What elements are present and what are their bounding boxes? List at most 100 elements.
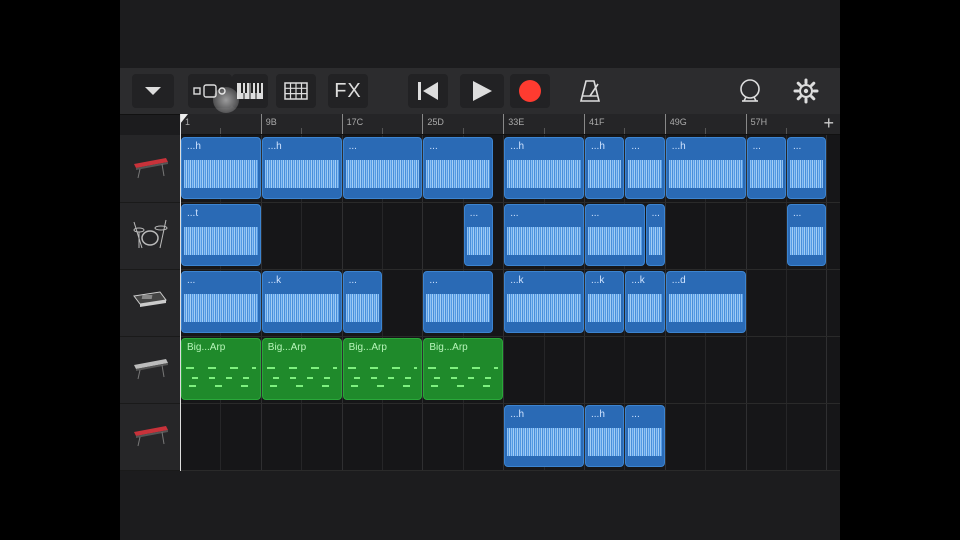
region-name: ...h	[510, 141, 525, 152]
audio-region[interactable]: ...h	[585, 405, 625, 467]
audio-region[interactable]: ...	[787, 137, 827, 199]
region-name: Big...Arp	[429, 342, 468, 353]
ruler-bar-marker: 57H	[745, 114, 767, 134]
region-name: ...h	[510, 409, 525, 420]
region-name: ...	[348, 275, 357, 286]
region-name: ...	[752, 141, 761, 152]
audio-region[interactable]: ...	[423, 271, 494, 333]
audio-region[interactable]: ...t	[181, 204, 261, 266]
track-header-4[interactable]	[120, 336, 180, 404]
midi-region[interactable]: Big...Arp	[261, 338, 342, 400]
waveform	[588, 294, 622, 322]
ruler-bar-label: 25D	[427, 117, 444, 127]
ruler-bar-label: 33E	[508, 117, 525, 127]
region-name: ...k	[631, 275, 645, 286]
region-name: ...k	[267, 275, 282, 286]
region-name: ...k	[591, 275, 605, 286]
waveform	[668, 160, 743, 188]
midi-region[interactable]: Big...Arp	[342, 338, 423, 400]
audio-region[interactable]: ...h	[504, 405, 584, 467]
audio-region[interactable]: ...	[342, 271, 382, 333]
region-name: ...	[429, 141, 438, 152]
track-header-5[interactable]	[120, 403, 180, 471]
region-name: ...	[651, 208, 660, 219]
ruler-sub-tick	[705, 128, 707, 134]
audio-region[interactable]: ...k	[625, 271, 665, 333]
waveform	[184, 160, 258, 188]
audio-region[interactable]: ...k	[261, 271, 342, 333]
my-songs-button[interactable]	[132, 74, 174, 108]
midi-region[interactable]: Big...Arp	[423, 338, 504, 400]
tracks-area[interactable]: ...h ...h...... ...h ...h... ...h...... ...t.…	[180, 135, 840, 471]
garageband-screen: FX + 1 9B 17C 25D 33E 41F 49G 57H ...h ...h.....…	[120, 0, 840, 540]
audio-region[interactable]: ...	[746, 137, 786, 199]
region-name: ...d	[671, 275, 686, 286]
audio-region[interactable]: ...h	[504, 137, 584, 199]
audio-region[interactable]: ...	[585, 204, 645, 266]
audio-region[interactable]: ...h	[585, 137, 625, 199]
region-name: ...	[469, 208, 479, 219]
synth-keyboard-icon	[130, 353, 170, 386]
midi-notes	[347, 363, 418, 391]
region-name: ...	[631, 141, 640, 152]
waveform	[628, 160, 662, 188]
region-name: ...h	[591, 409, 605, 420]
audio-region[interactable]: ...k	[585, 271, 625, 333]
rewind-icon	[418, 82, 438, 100]
track-header-2[interactable]	[120, 202, 180, 270]
chevron-down-icon	[145, 87, 161, 95]
waveform	[345, 294, 379, 322]
audio-region[interactable]: ...	[463, 204, 494, 266]
waveform	[466, 227, 491, 255]
audio-region[interactable]: ...h	[181, 137, 261, 199]
audio-region[interactable]: ...k	[504, 271, 584, 333]
record-icon	[519, 80, 541, 102]
fx-button[interactable]: FX	[328, 74, 368, 108]
play-button[interactable]	[460, 74, 504, 108]
audio-region[interactable]: ...	[342, 137, 423, 199]
waveform	[628, 428, 662, 456]
keyboard-icon	[237, 83, 263, 99]
audio-region[interactable]: ...	[504, 204, 584, 266]
loop-browser-button[interactable]	[730, 74, 770, 108]
ruler-sub-tick	[624, 128, 626, 134]
region-name: ...h	[671, 141, 686, 152]
waveform	[264, 160, 339, 188]
ruler-bar-label: 41F	[589, 117, 605, 127]
midi-notes	[428, 363, 499, 391]
audio-region[interactable]: ...	[423, 137, 494, 199]
midi-region[interactable]: Big...Arp	[181, 338, 261, 400]
region-name: ...	[631, 409, 640, 420]
add-section-button[interactable]: +	[823, 113, 834, 134]
region-name: Big...Arp	[267, 342, 307, 353]
audio-region[interactable]: ...	[645, 204, 665, 266]
play-icon	[473, 81, 492, 101]
track-header-1[interactable]	[120, 135, 180, 203]
grid-button[interactable]	[276, 74, 316, 108]
rewind-button[interactable]	[408, 74, 448, 108]
track-header-3[interactable]	[120, 269, 180, 337]
waveform	[588, 160, 622, 188]
audio-region[interactable]: ...h	[261, 137, 342, 199]
audio-region[interactable]: ...	[181, 271, 261, 333]
record-button[interactable]	[510, 74, 550, 108]
timeline-ruler[interactable]: + 1 9B 17C 25D 33E 41F 49G 57H	[180, 113, 840, 135]
region-name: ...	[793, 208, 802, 219]
metronome-button[interactable]	[570, 74, 610, 108]
region-name: Big...Arp	[187, 342, 226, 353]
audio-region[interactable]: ...d	[665, 271, 746, 333]
settings-icon	[793, 78, 819, 104]
settings-button[interactable]	[786, 74, 826, 108]
audio-region[interactable]: ...	[787, 204, 827, 266]
region-name: ...	[793, 141, 802, 152]
waveform	[184, 294, 258, 322]
touch-indicator	[213, 87, 239, 113]
grid-icon	[284, 82, 308, 100]
audio-region[interactable]: ...h	[665, 137, 746, 199]
audio-region[interactable]: ...	[625, 137, 665, 199]
ruler-sub-tick	[543, 128, 545, 134]
audio-region[interactable]: ...	[625, 405, 665, 467]
sampler-keyboard-icon	[130, 286, 170, 319]
waveform	[648, 227, 662, 255]
region-name: ...k	[510, 275, 524, 286]
